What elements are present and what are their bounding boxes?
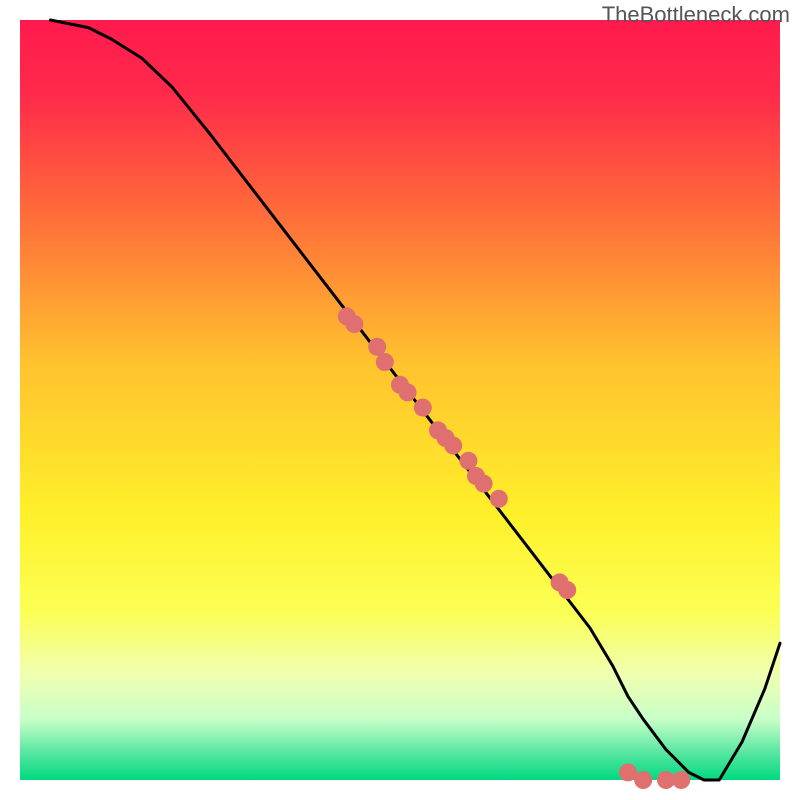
bottleneck-chart: TheBottleneck.com <box>0 0 800 800</box>
data-point <box>672 771 690 789</box>
data-point <box>490 490 508 508</box>
chart-background <box>20 20 780 780</box>
watermark-text: TheBottleneck.com <box>602 2 790 28</box>
data-point <box>558 581 576 599</box>
data-point <box>376 353 394 371</box>
data-point <box>399 383 417 401</box>
data-point <box>475 475 493 493</box>
data-point <box>414 399 432 417</box>
data-point <box>345 315 363 333</box>
data-point <box>444 437 462 455</box>
data-point <box>634 771 652 789</box>
chart-svg <box>0 0 800 800</box>
